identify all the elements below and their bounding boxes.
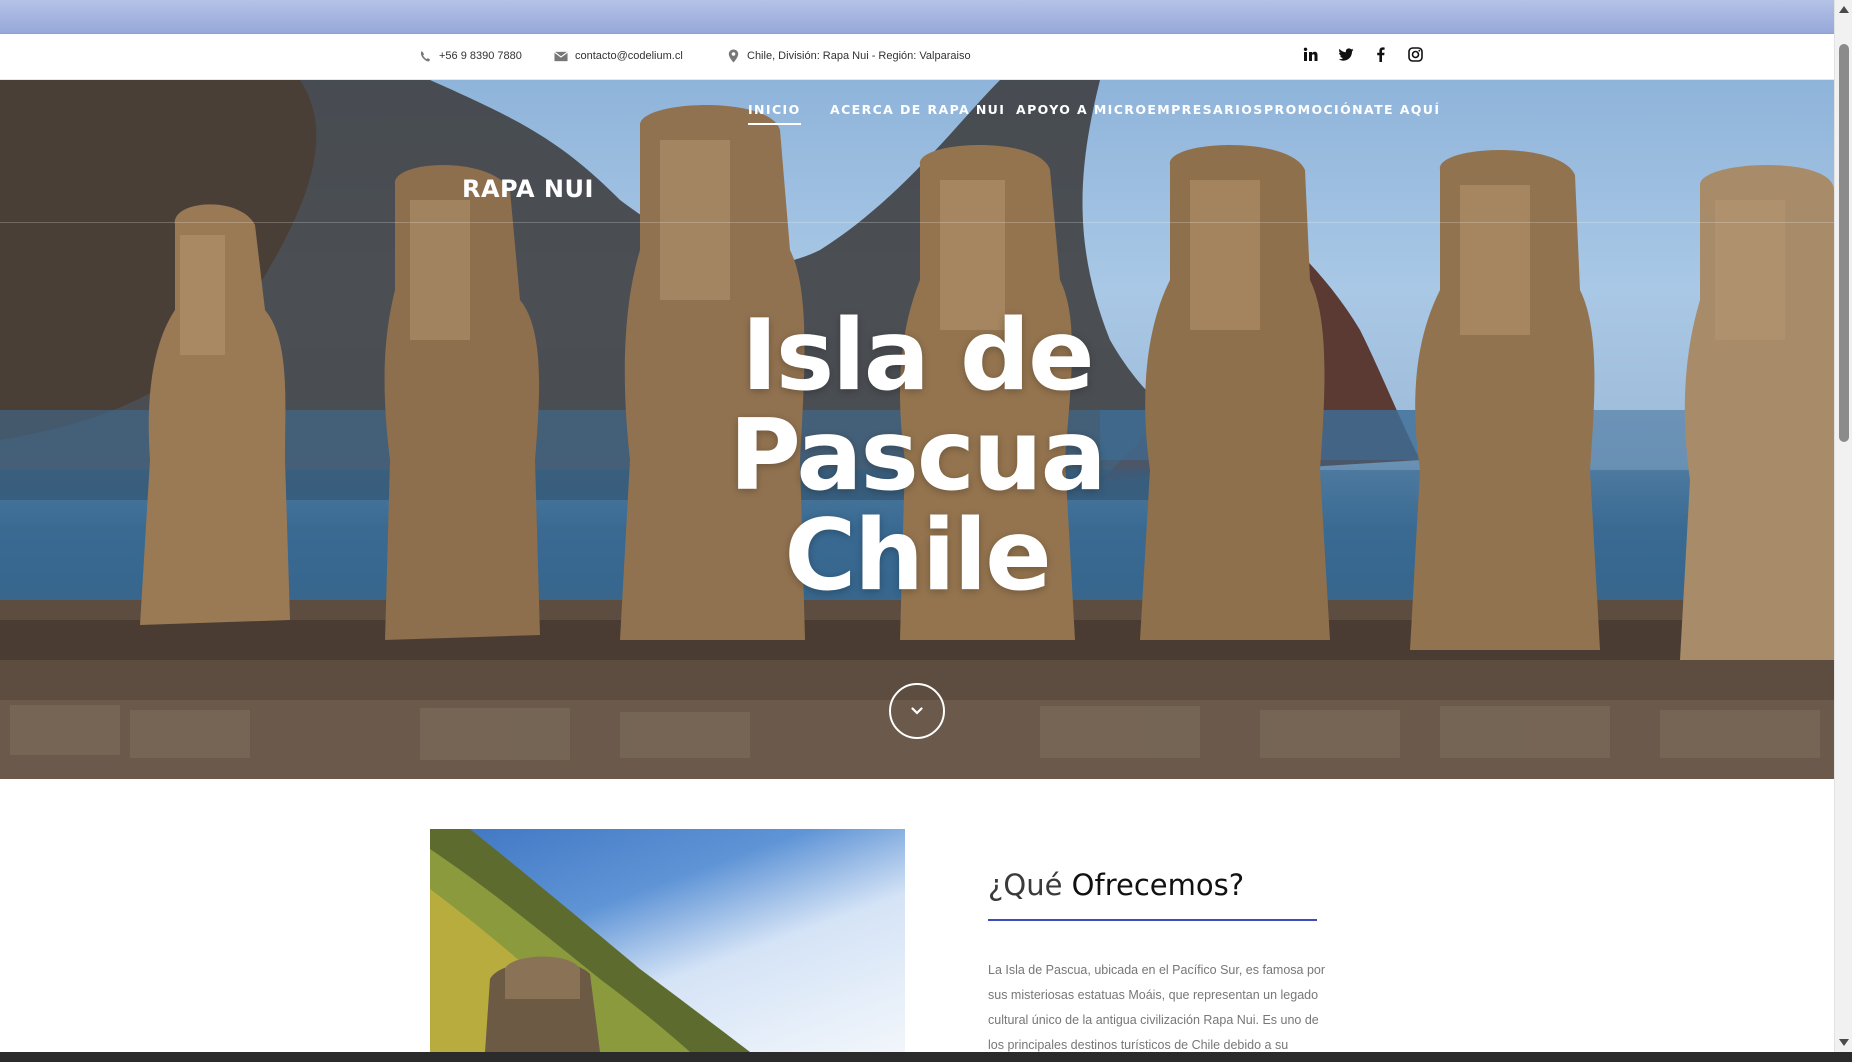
nav-promocionate[interactable]: PROMOCIÓNATE AQUÍ (1264, 102, 1440, 117)
email-text: contacto@codelium.cl (575, 50, 683, 62)
scroll-up-icon[interactable] (1839, 6, 1849, 13)
phone-text: +56 9 8390 7880 (439, 50, 522, 62)
location-contact: Chile, División: Rapa Nui - Región: Valp… (726, 49, 971, 63)
scrollbar-thumb[interactable] (1839, 44, 1849, 442)
hero-title-line2: Pascua (729, 399, 1107, 513)
envelope-icon (554, 49, 568, 63)
instagram-icon[interactable] (1407, 46, 1424, 63)
social-links (1302, 46, 1424, 63)
hero-title-line3: Chile (784, 499, 1051, 613)
location-text: Chile, División: Rapa Nui - Región: Valp… (747, 50, 971, 62)
nav-acerca[interactable]: ACERCA DE RAPA NUI (830, 102, 1005, 117)
nav-divider (0, 222, 1834, 223)
offer-title-part1: ¿Qué (988, 868, 1063, 902)
twitter-icon[interactable] (1337, 46, 1354, 63)
moai-hillside-image (430, 829, 750, 1052)
hero-title: Isla de Pascua Chile (0, 306, 1834, 606)
site-logo[interactable]: RAPA NUI (462, 175, 594, 203)
nav-inicio[interactable]: INICIO (748, 102, 801, 125)
nav-apoyo[interactable]: APOYO A MICROEMPRESARIOS (1016, 102, 1264, 117)
browser-top-strip (0, 0, 1834, 34)
scroll-down-button[interactable] (889, 683, 945, 739)
facebook-icon[interactable] (1372, 46, 1389, 63)
hero-title-line1: Isla de (741, 299, 1094, 413)
chevron-down-icon (911, 707, 923, 715)
contact-bar: +56 9 8390 7880 contacto@codelium.cl Chi… (0, 34, 1834, 80)
linkedin-icon[interactable] (1302, 46, 1319, 63)
offer-description: La Isla de Pascua, ubicada en el Pacífic… (988, 963, 1326, 1052)
offer-image (430, 829, 905, 1052)
bottom-strip (0, 1052, 1852, 1062)
offer-title-underline (988, 919, 1317, 921)
map-pin-icon (726, 49, 740, 63)
hero-banner: RAPA NUI INICIO ACERCA DE RAPA NUI APOYO… (0, 80, 1834, 779)
vertical-scrollbar[interactable] (1834, 0, 1852, 1052)
scroll-down-icon[interactable] (1839, 1039, 1849, 1046)
offer-title: ¿Qué Ofrecemos? (988, 868, 1244, 902)
email-contact[interactable]: contacto@codelium.cl (554, 49, 683, 63)
offer-title-part2: Ofrecemos? (1071, 868, 1245, 902)
phone-contact[interactable]: +56 9 8390 7880 (418, 49, 522, 63)
phone-icon (418, 49, 432, 63)
